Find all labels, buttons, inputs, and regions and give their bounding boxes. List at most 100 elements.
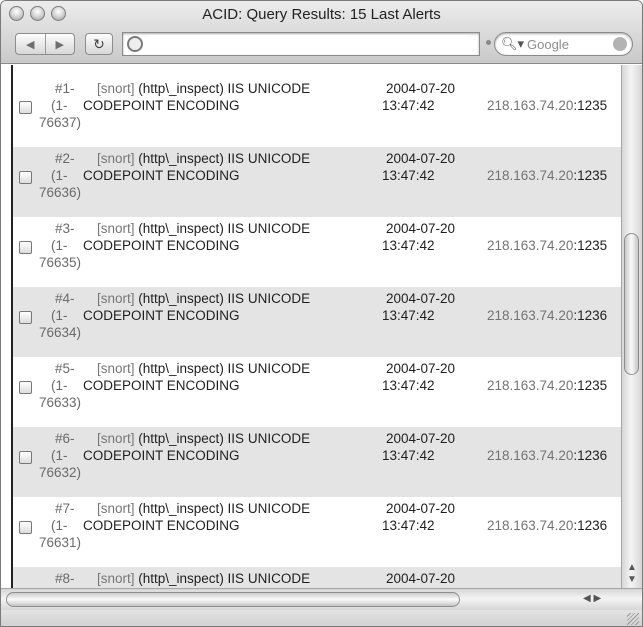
alert-id[interactable]: (1- (51, 238, 68, 253)
horizontal-scrollbar[interactable]: ◀ ▶ (1, 588, 642, 610)
alert-checkbox[interactable] (19, 171, 32, 184)
alert-id[interactable]: (1- (51, 448, 68, 463)
alert-row: #3- (1- 76635) [snort] (http\_inspect) IIS … (13, 217, 621, 287)
sensor-link[interactable]: [snort] (97, 571, 135, 586)
source-ip-link[interactable]: 218.163.74.20 (487, 378, 573, 393)
alert-id[interactable]: 76632) (39, 465, 81, 480)
alert-id[interactable]: 76636) (39, 185, 81, 200)
alert-row-content: #7- (1- 76631) [snort] (http\_inspect) IIS … (13, 501, 621, 561)
page-content: #1- (1- 76637) [snort] (http\_inspect) IIS … (1, 65, 642, 588)
alert-signature: [snort] (http\_inspect) IIS UNICODE (97, 221, 310, 236)
alert-id[interactable]: #3- (55, 221, 75, 236)
source-address: 218.163.74.20:1235 (487, 98, 607, 113)
alert-id[interactable]: 76635) (39, 255, 81, 270)
address-bar[interactable] (122, 32, 480, 56)
alert-row-content: #4- (1- 76634) [snort] (http\_inspect) IIS … (13, 291, 621, 351)
source-ip-link[interactable]: 218.163.74.20 (487, 98, 573, 113)
signature-text: CODEPOINT ENCODING (83, 378, 240, 393)
signature-text: (http\_inspect) IIS UNICODE (134, 361, 311, 376)
sensor-link[interactable]: [snort] (97, 501, 135, 516)
sensor-link[interactable]: [snort] (97, 361, 135, 376)
alert-id[interactable]: 76634) (39, 325, 81, 340)
source-address: 218.163.74.20:1236 (487, 448, 607, 463)
sensor-link[interactable]: [snort] (97, 431, 135, 446)
sensor-link[interactable]: [snort] (97, 81, 135, 96)
horizontal-scroll-thumb[interactable] (6, 592, 460, 607)
alert-id[interactable]: (1- (51, 98, 68, 113)
alert-row-content: #3- (1- 76635) [snort] (http\_inspect) IIS … (13, 221, 621, 281)
alert-id[interactable]: (1- (51, 308, 68, 323)
back-arrow-icon: ◀ (26, 38, 35, 51)
alert-date: 2004-07-20 (386, 571, 456, 586)
source-ip-link[interactable]: 218.163.74.20 (487, 308, 573, 323)
alert-checkbox[interactable] (19, 241, 32, 254)
resize-grip-icon[interactable] (627, 613, 639, 625)
source-address: 218.163.74.20:1235 (487, 168, 607, 183)
alert-checkbox[interactable] (19, 311, 32, 324)
alert-checkbox[interactable] (19, 451, 32, 464)
source-address: 218.163.74.20:1235 (487, 378, 607, 393)
sensor-link[interactable]: [snort] (97, 291, 135, 306)
reload-icon: ↻ (93, 36, 105, 52)
alert-id[interactable]: (1- (51, 378, 68, 393)
reload-button[interactable]: ↻ (85, 33, 113, 55)
source-port: :1236 (573, 518, 608, 533)
forward-button[interactable]: ▶ (44, 34, 75, 54)
vertical-scroll-arrows[interactable]: ▲ ▼ (624, 562, 640, 586)
alert-id[interactable]: 76637) (39, 115, 81, 130)
alert-id[interactable]: #5- (55, 361, 75, 376)
signature-text: (http\_inspect) IIS UNICODE (134, 81, 311, 96)
browser-window: ACID: Query Results: 15 Last Alerts ◀ ▶ … (0, 0, 643, 627)
source-ip-link[interactable]: 218.163.74.20 (487, 238, 573, 253)
alert-time: 13:47:42 (382, 98, 435, 113)
alert-id[interactable]: #7- (55, 501, 75, 516)
alert-signature: [snort] (http\_inspect) IIS UNICODE (97, 501, 310, 516)
address-input[interactable] (147, 35, 467, 53)
signature-text: CODEPOINT ENCODING (83, 98, 240, 113)
alert-signature: [snort] (http\_inspect) IIS UNICODE (97, 81, 310, 96)
source-ip-link[interactable]: 218.163.74.20 (487, 448, 573, 463)
alert-signature: [snort] (http\_inspect) IIS UNICODE (97, 291, 310, 306)
source-ip-link[interactable]: 218.163.74.20 (487, 518, 573, 533)
alert-id[interactable]: #2- (55, 151, 75, 166)
sensor-link[interactable]: [snort] (97, 221, 135, 236)
alert-id[interactable]: 76633) (39, 395, 81, 410)
signature-text: CODEPOINT ENCODING (83, 448, 240, 463)
horizontal-scroll-arrows[interactable]: ◀ ▶ (583, 593, 601, 604)
signature-text: (http\_inspect) IIS UNICODE (134, 291, 311, 306)
search-field[interactable]: 🔍︎▾ Google (494, 32, 633, 56)
source-ip-link[interactable]: 218.163.74.20 (487, 168, 573, 183)
search-icon[interactable]: 🔍︎▾ (501, 36, 524, 52)
alert-id[interactable]: (1- (51, 168, 68, 183)
alert-id[interactable]: (1- (51, 518, 68, 533)
alert-time: 13:47:42 (382, 378, 435, 393)
alert-date: 2004-07-20 (386, 361, 456, 376)
vertical-scrollbar[interactable]: ▲ ▼ (621, 65, 642, 588)
alert-row-content: #2- (1- 76636) [snort] (http\_inspect) IIS … (13, 151, 621, 211)
signature-text: (http\_inspect) IIS UNICODE (134, 431, 311, 446)
alert-row-content: #8- [snort] (http\_inspect) IIS UNICODE 20… (13, 571, 621, 588)
alert-id[interactable]: #8- (55, 571, 75, 586)
alert-checkbox[interactable] (19, 521, 32, 534)
toolbar-divider-handle[interactable] (486, 40, 491, 45)
alert-id[interactable]: #4- (55, 291, 75, 306)
vertical-scroll-thumb[interactable] (624, 233, 639, 375)
back-button[interactable]: ◀ (16, 34, 45, 54)
alert-row-content: #5- (1- 76633) [snort] (http\_inspect) IIS … (13, 361, 621, 421)
alert-checkbox[interactable] (19, 381, 32, 394)
status-bar (1, 610, 642, 626)
alert-row: #6- (1- 76632) [snort] (http\_inspect) IIS … (13, 427, 621, 497)
alert-id[interactable]: #6- (55, 431, 75, 446)
alert-time: 13:47:42 (382, 168, 435, 183)
signature-text: CODEPOINT ENCODING (83, 308, 240, 323)
alert-date: 2004-07-20 (386, 221, 456, 236)
alert-checkbox[interactable] (19, 101, 32, 114)
alert-signature: [snort] (http\_inspect) IIS UNICODE (97, 431, 310, 446)
alert-id[interactable]: #1- (55, 81, 75, 96)
alert-id[interactable]: 76631) (39, 535, 81, 550)
clear-search-icon[interactable] (613, 37, 627, 51)
alert-row: #4- (1- 76634) [snort] (http\_inspect) IIS … (13, 287, 621, 357)
sensor-link[interactable]: [snort] (97, 151, 135, 166)
alert-row: #5- (1- 76633) [snort] (http\_inspect) IIS … (13, 357, 621, 427)
window-toolbar: ACID: Query Results: 15 Last Alerts ◀ ▶ … (1, 1, 642, 64)
